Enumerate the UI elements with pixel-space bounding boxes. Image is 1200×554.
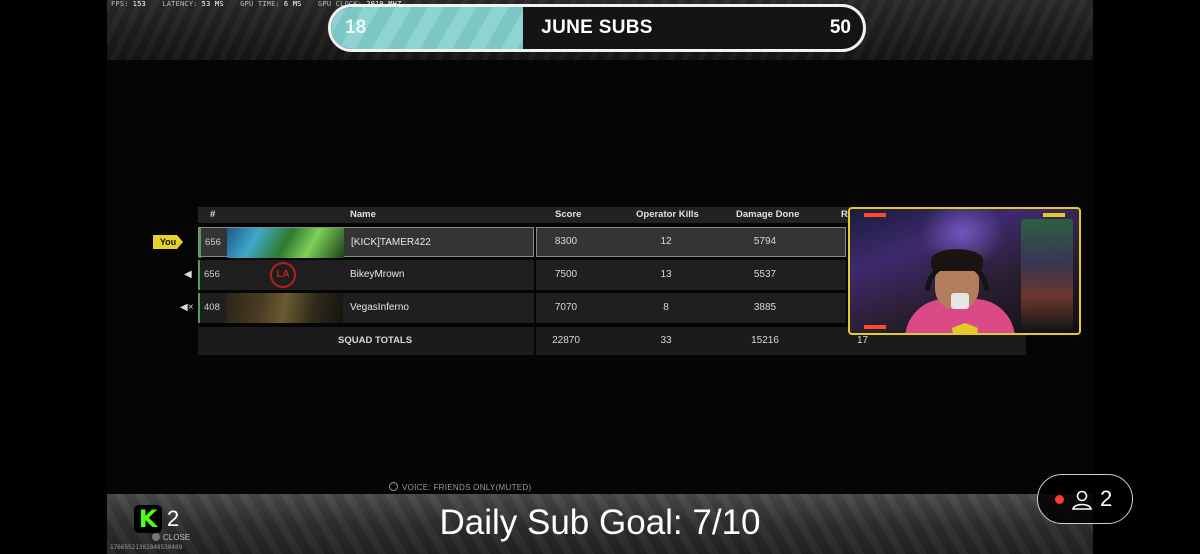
controller-button-icon xyxy=(152,533,160,541)
player-name: VegasInferno xyxy=(350,302,409,313)
background-shelf xyxy=(1021,219,1073,329)
header-operator-kills: Operator Kills xyxy=(636,209,699,220)
player-banner xyxy=(226,293,343,323)
sub-goal-title: JUNE SUBS xyxy=(541,17,653,38)
header-damage-done: Damage Done xyxy=(736,209,800,220)
user-icon xyxy=(1072,490,1092,510)
voice-status: VOICE: FRIENDS ONLY(MUTED) xyxy=(389,482,531,492)
header-name: Name xyxy=(350,209,376,220)
totals-extra: 17 xyxy=(857,335,869,346)
la-emblem-text: LA xyxy=(276,269,290,280)
live-dot-icon xyxy=(1055,495,1064,504)
webcam-overlay xyxy=(848,207,1081,335)
sub-goal-target: 50 xyxy=(829,17,851,38)
viewer-count-pill[interactable]: 2 xyxy=(1037,474,1133,524)
totals-kills: 33 xyxy=(660,335,672,346)
player-score: 7070 xyxy=(554,302,578,313)
totals-damage: 15216 xyxy=(751,335,779,346)
stream-id: 17665521382848530489 xyxy=(110,544,183,551)
close-button[interactable]: CLOSE xyxy=(152,533,190,542)
viewer-count: 2 xyxy=(1100,486,1113,511)
player-banner: LA xyxy=(226,260,343,290)
player-damage: 5794 xyxy=(753,236,777,247)
player-name: [KICK]TAMER422 xyxy=(351,237,431,248)
speaker-icon[interactable]: ◀ xyxy=(184,269,192,280)
sub-goal-bar: 18 JUNE SUBS 50 xyxy=(328,4,866,52)
player-score: 7500 xyxy=(554,269,578,280)
player-kills: 8 xyxy=(663,302,669,313)
player-kills: 13 xyxy=(660,269,672,280)
player-damage: 3885 xyxy=(753,302,777,313)
streamer xyxy=(905,247,1015,333)
player-rank: 408 xyxy=(204,302,220,313)
player-banner xyxy=(227,228,344,258)
player-damage: 5537 xyxy=(753,269,777,280)
totals-score: 22870 xyxy=(552,335,580,346)
header-score: Score xyxy=(555,209,582,220)
stream-video[interactable]: FPS: 153 LATENCY: 53 MS GPU TIME: 6 MS GPU … xyxy=(107,0,1093,554)
kick-count: 2 xyxy=(167,506,180,531)
squad-totals-label: SQUAD TOTALS xyxy=(338,335,413,346)
la-emblem-icon: LA xyxy=(270,262,296,288)
player-name: BikeyMrown xyxy=(350,269,405,280)
kick-logo-icon[interactable]: K xyxy=(134,505,162,533)
header-extra: R xyxy=(841,209,848,220)
player-rank: 656 xyxy=(204,269,220,280)
player-score: 8300 xyxy=(554,236,578,247)
you-badge: You xyxy=(153,235,183,249)
player-rank: 656 xyxy=(205,237,221,248)
muted-speaker-icon[interactable]: ◀× xyxy=(180,302,194,313)
header-rank: # xyxy=(210,209,216,220)
controller-button-icon xyxy=(389,482,398,491)
player-kills: 12 xyxy=(660,236,672,247)
cup-icon xyxy=(951,293,969,309)
